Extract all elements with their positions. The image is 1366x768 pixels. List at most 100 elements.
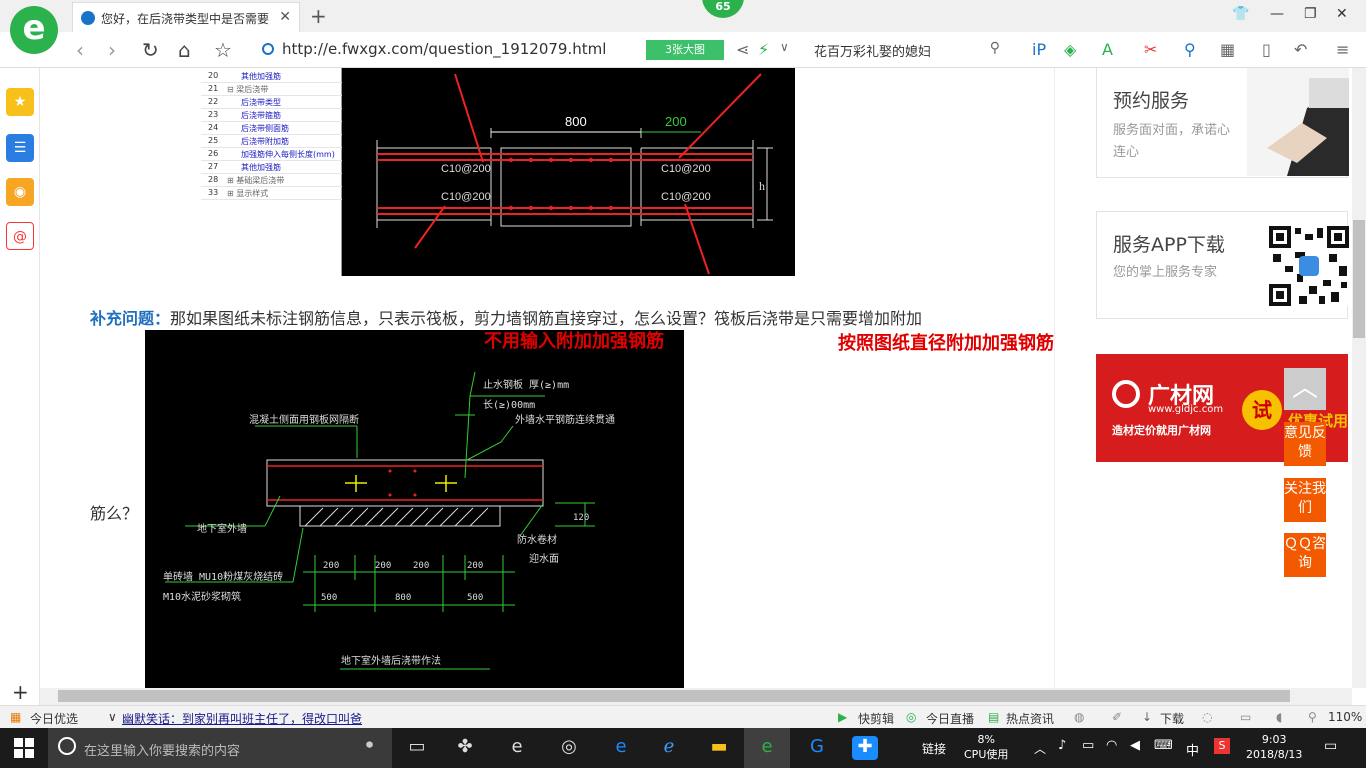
new-tab-button[interactable]: + (310, 4, 327, 28)
app-download-card[interactable]: 服务APP下载 您的掌上服务专家 (1096, 211, 1349, 319)
download-link[interactable]: 下载 (1160, 710, 1184, 727)
tree-row[interactable]: 23 后浇带箍筋 (201, 109, 342, 122)
plus-app-icon[interactable]: ✚ (852, 736, 878, 760)
search-input[interactable]: 花百万彩礼娶的媳妇 ⚲ (814, 38, 1006, 62)
tree-row[interactable]: 27 其他加强筋 (201, 161, 342, 174)
speed-icon[interactable]: ◍ (1074, 710, 1084, 724)
windows-start-icon[interactable] (14, 738, 34, 758)
star-icon[interactable]: ☆ (214, 38, 232, 62)
weibo-icon[interactable]: ◉ (6, 178, 34, 206)
share-icon[interactable]: ⋖ (736, 40, 749, 59)
microphone-icon[interactable]: ⏺ (366, 737, 373, 753)
menu-icon[interactable]: ≡ (1336, 40, 1349, 59)
favorites-star-icon[interactable]: ★ (6, 88, 34, 116)
home-icon[interactable]: ⌂ (178, 38, 191, 62)
ie-blue-icon[interactable]: ℯ (656, 736, 682, 760)
close-window-button[interactable]: ✕ (1336, 6, 1348, 22)
vertical-scroll-thumb[interactable] (1353, 220, 1365, 338)
task-view-icon[interactable]: ▭ (404, 736, 430, 760)
rebar-label-tl: C10@200 (441, 163, 491, 175)
bell-icon[interactable]: ♪ (1058, 738, 1066, 753)
zoom-level[interactable]: 110% (1328, 710, 1362, 724)
360-browser-icon[interactable]: e (754, 736, 780, 760)
question-body: 那如果图纸未标注钢筋信息，只表示筏板，剪力墙钢筋直接穿过，怎么设置？筏板后浇带是… (170, 309, 923, 328)
headline-link[interactable]: 幽默笑话：到家别再叫班主任了，得改口叫爸 (122, 710, 362, 727)
tree-row[interactable]: 28 ⊞ 基础梁后浇带 (201, 174, 342, 187)
vertical-scrollbar[interactable] (1352, 68, 1366, 688)
chrome-app-icon[interactable]: ◎ (556, 736, 582, 760)
translate-icon[interactable]: A (1102, 40, 1113, 59)
tree-row[interactable]: 20 其他加强筋 (201, 70, 342, 83)
file-explorer-icon[interactable]: ▬ (706, 736, 732, 760)
favicon-icon (81, 11, 95, 25)
minimize-button[interactable]: — (1270, 6, 1284, 22)
today-picks[interactable]: 今日优选 (30, 710, 78, 727)
scissors-icon[interactable]: ✂ (1144, 40, 1157, 59)
back-icon[interactable]: ‹ (76, 38, 84, 62)
browser-tab[interactable]: 您好，在后浇带类型中是否需要 ✕ (72, 2, 300, 32)
tree-row[interactable]: 24 后浇带侧面筋 (201, 122, 342, 135)
annotation-left: 不用输入附加加强钢筋 (484, 331, 664, 352)
forward-icon[interactable]: › (108, 38, 116, 62)
chevron-down-icon[interactable]: ∨ (780, 40, 789, 54)
notification-icon[interactable]: ▭ (1324, 738, 1337, 754)
tab-close-icon[interactable]: ✕ (279, 9, 291, 25)
window-icon[interactable]: ▭ (1240, 710, 1251, 724)
ip-icon[interactable]: iP (1032, 40, 1046, 59)
refresh-icon[interactable]: ↻ (142, 38, 159, 62)
add-sidebar-icon[interactable]: + (12, 680, 29, 704)
clock[interactable]: 9:03 2018/8/13 (1246, 732, 1302, 762)
grid-icon[interactable]: ▦ (1220, 40, 1235, 59)
cpu-usage[interactable]: 8% CPU使用 (964, 732, 1008, 762)
tray-chevron-icon[interactable]: ︿ (1034, 740, 1046, 757)
question-tail: 筋么？ (90, 504, 139, 523)
rebar-drawing-2-svg: 止水钢板 厚(≥)mm 长(≥)00mm 混凝土侧面用钢板网隔断 外墙水平钢筋连… (163, 371, 615, 670)
mail-icon[interactable]: @ (6, 222, 34, 250)
waterstop-label: 止水钢板 厚(≥)mm (483, 378, 569, 391)
ie-icon[interactable]: e (504, 736, 530, 760)
fan-app-icon[interactable]: ✤ (452, 736, 478, 760)
follow-us-button[interactable]: 关注我们 (1284, 478, 1326, 522)
quick-edit-link[interactable]: 快剪辑 (858, 710, 894, 727)
chevron-down-icon[interactable]: ∨ (108, 710, 117, 724)
live-icon: ◎ (906, 710, 917, 724)
service-card[interactable]: 预约服务 服务面对面，承诺心连心 (1096, 68, 1349, 178)
feedback-button[interactable]: 意见反馈 (1284, 422, 1326, 466)
url-field[interactable]: http://e.fwxgx.com/question_1912079.html (262, 40, 642, 62)
edge-icon[interactable]: e (608, 736, 634, 760)
back-to-top-button[interactable]: ︿ (1284, 368, 1326, 410)
search-icon[interactable]: ⚲ (990, 40, 1000, 56)
battery-icon[interactable]: ▭ (1082, 738, 1094, 753)
reading-list-icon[interactable]: ☰ (6, 134, 34, 162)
browser-mini-icon[interactable]: ◌ (1202, 710, 1212, 724)
wifi-icon[interactable]: ◠ (1106, 738, 1117, 753)
tree-row[interactable]: 33 ⊞ 显示样式 (201, 187, 342, 200)
tree-row[interactable]: 22 后浇带类型 (201, 96, 342, 109)
ime-indicator[interactable]: 中 (1186, 740, 1199, 759)
magnifier-icon[interactable]: ⚲ (1184, 40, 1196, 59)
news-link[interactable]: 热点资讯 (1006, 710, 1054, 727)
shirt-icon[interactable]: 👕 (1232, 6, 1249, 22)
pin-icon[interactable]: ✐ (1112, 710, 1122, 724)
tree-row[interactable]: 26 加强筋伸入每侧长度(mm) (201, 148, 342, 161)
taskbar-search-input[interactable]: 在这里输入你要搜索的内容 ⏺ (48, 728, 392, 768)
browser-logo-icon[interactable]: e (10, 6, 58, 54)
big-image-button[interactable]: 3张大图 (646, 40, 724, 60)
glodon-icon[interactable]: G (804, 736, 830, 760)
volume-icon[interactable]: ◖ (1276, 710, 1282, 724)
speaker-icon[interactable]: ◀ (1130, 738, 1140, 753)
mesh-label: 混凝土侧面用钢板网隔断 (249, 413, 359, 426)
sogou-icon[interactable]: S (1214, 738, 1230, 754)
undo-icon[interactable]: ↶ (1294, 40, 1307, 59)
live-link[interactable]: 今日直播 (926, 710, 974, 727)
maximize-button[interactable]: ❐ (1304, 6, 1317, 22)
qq-consult-button[interactable]: ＱＱ咨询 (1284, 533, 1326, 577)
phone-icon[interactable]: ▯ (1262, 40, 1271, 59)
keyboard-icon[interactable]: ⌨ (1154, 738, 1173, 753)
tree-row[interactable]: 25 后浇带附加筋 (201, 135, 342, 148)
horizontal-scroll-thumb[interactable] (58, 690, 1290, 702)
shield-icon[interactable]: ◈ (1064, 40, 1076, 59)
tree-row[interactable]: 21 ⊟ 梁后浇带 (201, 83, 342, 96)
lightning-icon[interactable]: ⚡ (758, 40, 769, 59)
link-label[interactable]: 链接 (922, 740, 946, 757)
